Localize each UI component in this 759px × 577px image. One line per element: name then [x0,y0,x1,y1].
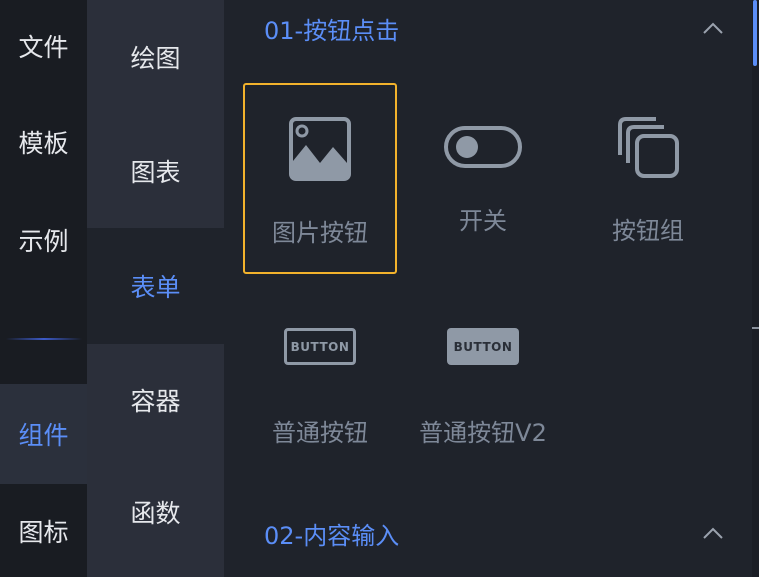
section-header-content-input[interactable]: 02-内容输入 [264,508,724,558]
section-title: 01-按钮点击 [264,16,400,45]
splitter-handle[interactable] [752,327,759,329]
scrollbar-thumb[interactable] [753,0,757,66]
component-tile-switch[interactable]: 开关 [408,83,558,274]
secondary-nav-item-forms[interactable]: 表单 [87,228,224,344]
primary-nav-item-label: 组件 [18,421,69,450]
section-header-button-click[interactable]: 01-按钮点击 [264,3,724,53]
secondary-nav-item-label: 图表 [130,158,181,187]
primary-nav: 文件 模板 示例 组件 图标 [0,0,87,577]
secondary-nav-item-functions[interactable]: 函数 [87,456,224,568]
nav-divider [6,338,82,340]
primary-nav-item-label: 模板 [18,129,69,158]
primary-nav-item-label: 示例 [18,227,69,256]
tile-label: 普通按钮V2 [419,419,547,447]
primary-nav-item-templates[interactable]: 模板 [0,92,87,192]
component-tile-normal-button[interactable]: BUTTON 普通按钮 [243,312,397,462]
primary-nav-item-file[interactable]: 文件 [0,0,87,92]
secondary-nav-item-label: 容器 [130,387,181,416]
secondary-nav-item-drawing[interactable]: 绘图 [87,0,224,114]
scrollbar-track[interactable] [752,0,759,577]
primary-nav-item-label: 文件 [18,33,69,62]
component-content: 01-按钮点击 图片按钮 开关 按钮组 BUTTON 普通按钮 BUTTON 普… [224,0,752,577]
toggle-switch-icon [443,125,523,169]
secondary-nav-item-label: 绘图 [130,44,181,73]
primary-nav-item-label: 图标 [18,517,69,547]
tile-label: 按钮组 [612,217,684,245]
image-icon [288,117,352,181]
secondary-nav-item-label: 函数 [130,499,181,528]
button-filled-icon: BUTTON [447,328,519,365]
tile-label: 开关 [459,207,507,235]
tile-label: 普通按钮 [272,419,368,447]
button-badge-text: BUTTON [447,328,519,365]
button-badge-text: BUTTON [284,328,356,365]
section-title: 02-内容输入 [264,521,400,550]
button-outline-icon: BUTTON [284,328,356,365]
secondary-nav-item-containers[interactable]: 容器 [87,344,224,456]
component-tile-normal-button-v2[interactable]: BUTTON 普通按钮V2 [408,312,558,462]
primary-nav-item-components[interactable]: 组件 [0,384,87,484]
stacked-squares-icon [616,115,680,179]
chevron-up-icon[interactable] [702,522,724,544]
chevron-up-icon[interactable] [702,17,724,39]
component-tile-image-button[interactable]: 图片按钮 [243,83,397,274]
tile-label: 图片按钮 [272,219,368,247]
secondary-nav-item-charts[interactable]: 图表 [87,114,224,228]
component-library-panel: 文件 模板 示例 组件 图标 绘图 图表 表单 容器 函数 01-按钮点击 图片… [0,0,759,577]
component-tile-button-group[interactable]: 按钮组 [573,83,723,274]
primary-nav-item-examples[interactable]: 示例 [0,192,87,288]
secondary-nav-item-label: 表单 [130,273,181,302]
secondary-nav: 绘图 图表 表单 容器 函数 [87,0,224,577]
primary-nav-item-icons[interactable]: 图标 [0,484,87,577]
